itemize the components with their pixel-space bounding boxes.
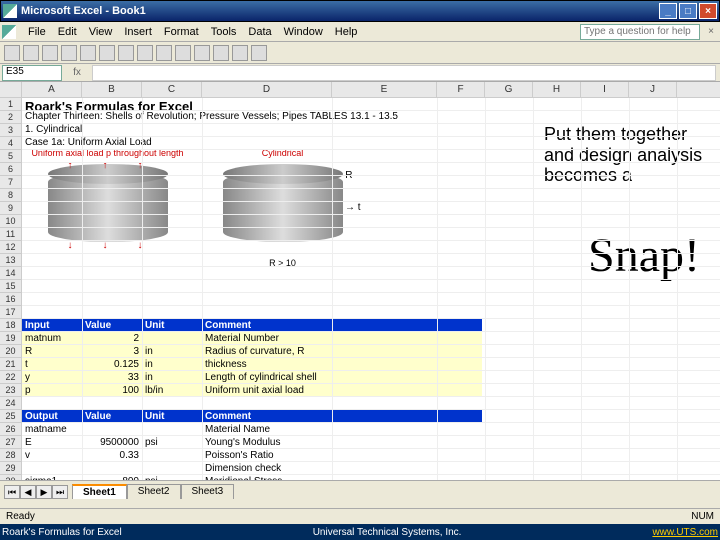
row-header[interactable]: 16 — [0, 293, 22, 306]
row-header[interactable]: 17 — [0, 306, 22, 319]
sheet-tab-1[interactable]: Sheet1 — [72, 484, 127, 499]
help-search-input[interactable] — [580, 24, 700, 40]
menu-help[interactable]: Help — [329, 24, 364, 40]
minimize-button[interactable]: _ — [659, 3, 677, 19]
row-header[interactable]: 9 — [0, 202, 22, 215]
menu-window[interactable]: Window — [278, 24, 329, 40]
sort-icon[interactable] — [213, 45, 229, 61]
menu-format[interactable]: Format — [158, 24, 205, 40]
excel-icon — [3, 4, 17, 18]
col-header-c[interactable]: C — [142, 82, 202, 97]
col-header-h[interactable]: H — [533, 82, 581, 97]
sum-icon[interactable] — [251, 45, 267, 61]
col-header-b[interactable]: B — [82, 82, 142, 97]
row-header[interactable]: 18 — [0, 319, 22, 332]
row-header[interactable]: 10 — [0, 215, 22, 228]
formula-bar: E35 fx — [0, 64, 720, 82]
row-header[interactable]: 8 — [0, 189, 22, 202]
row-header[interactable]: 20 — [0, 345, 22, 358]
spell-icon[interactable] — [99, 45, 115, 61]
footer-link[interactable]: www.UTS.com — [652, 527, 718, 538]
row-header[interactable]: 22 — [0, 371, 22, 384]
menubar: File Edit View Insert Format Tools Data … — [0, 22, 720, 42]
redo-icon[interactable] — [194, 45, 210, 61]
col-header-i[interactable]: I — [581, 82, 629, 97]
window-title: Microsoft Excel - Book1 — [21, 5, 659, 17]
undo-icon[interactable] — [175, 45, 191, 61]
status-bar: Ready NUM — [0, 508, 720, 524]
sheet-tab-bar: ⏮ ◀ ▶ ⏭ Sheet1 Sheet2 Sheet3 — [0, 480, 720, 502]
row-header[interactable]: 5 — [0, 150, 22, 163]
spreadsheet-grid[interactable]: A B C D E F G H I J 12345678910111213141… — [0, 82, 720, 502]
sheet-tab-3[interactable]: Sheet3 — [181, 484, 235, 499]
tab-next-icon[interactable]: ▶ — [36, 485, 52, 499]
slide-footer: Roark's Formulas for Excel Universal Tec… — [0, 524, 720, 540]
col-header-f[interactable]: F — [437, 82, 485, 97]
col-header-d[interactable]: D — [202, 82, 332, 97]
row-header[interactable]: 3 — [0, 124, 22, 137]
paste-icon[interactable] — [156, 45, 172, 61]
status-right: NUM — [691, 511, 714, 522]
row-header[interactable]: 25 — [0, 410, 22, 423]
tab-first-icon[interactable]: ⏮ — [4, 485, 20, 499]
row-header[interactable]: 24 — [0, 397, 22, 410]
menu-edit[interactable]: Edit — [52, 24, 83, 40]
col-header-j[interactable]: J — [629, 82, 677, 97]
doc-close-button[interactable]: × — [704, 26, 718, 37]
open-icon[interactable] — [23, 45, 39, 61]
row-header[interactable]: 14 — [0, 267, 22, 280]
status-left: Ready — [6, 511, 35, 522]
preview-icon[interactable] — [80, 45, 96, 61]
row-header[interactable]: 27 — [0, 436, 22, 449]
sheet-tab-2[interactable]: Sheet2 — [127, 484, 181, 499]
row-header[interactable]: 21 — [0, 358, 22, 371]
name-box[interactable]: E35 — [2, 65, 62, 81]
fx-button[interactable]: fx — [62, 67, 92, 78]
chart-icon[interactable] — [232, 45, 248, 61]
row-header[interactable]: 7 — [0, 176, 22, 189]
formula-input[interactable] — [92, 65, 716, 81]
menu-insert[interactable]: Insert — [118, 24, 158, 40]
copy-icon[interactable] — [137, 45, 153, 61]
row-header[interactable]: 15 — [0, 280, 22, 293]
print-icon[interactable] — [61, 45, 77, 61]
row-header[interactable]: 28 — [0, 449, 22, 462]
row-header[interactable]: 23 — [0, 384, 22, 397]
menu-data[interactable]: Data — [242, 24, 277, 40]
excel-menu-icon[interactable] — [2, 25, 16, 39]
tab-last-icon[interactable]: ⏭ — [52, 485, 68, 499]
tab-prev-icon[interactable]: ◀ — [20, 485, 36, 499]
select-all-corner[interactable] — [0, 82, 22, 97]
row-header[interactable]: 6 — [0, 163, 22, 176]
col-header-a[interactable]: A — [22, 82, 82, 97]
row-header[interactable]: 12 — [0, 241, 22, 254]
close-button[interactable]: × — [699, 3, 717, 19]
row-header[interactable]: 26 — [0, 423, 22, 436]
menu-tools[interactable]: Tools — [205, 24, 243, 40]
toolbar-standard — [0, 42, 720, 64]
row-header[interactable]: 4 — [0, 137, 22, 150]
row-header[interactable]: 2 — [0, 111, 22, 124]
save-icon[interactable] — [42, 45, 58, 61]
footer-center: Universal Technical Systems, Inc. — [122, 527, 653, 538]
row-header[interactable]: 19 — [0, 332, 22, 345]
menu-file[interactable]: File — [22, 24, 52, 40]
menu-view[interactable]: View — [83, 24, 119, 40]
row-header[interactable]: 11 — [0, 228, 22, 241]
row-header[interactable]: 1 — [0, 98, 22, 111]
row-header[interactable]: 13 — [0, 254, 22, 267]
col-header-g[interactable]: G — [485, 82, 533, 97]
row-header[interactable]: 29 — [0, 462, 22, 475]
col-header-e[interactable]: E — [332, 82, 437, 97]
maximize-button[interactable]: □ — [679, 3, 697, 19]
new-icon[interactable] — [4, 45, 20, 61]
titlebar: Microsoft Excel - Book1 _ □ × — [0, 0, 720, 22]
cut-icon[interactable] — [118, 45, 134, 61]
footer-left: Roark's Formulas for Excel — [2, 527, 122, 538]
